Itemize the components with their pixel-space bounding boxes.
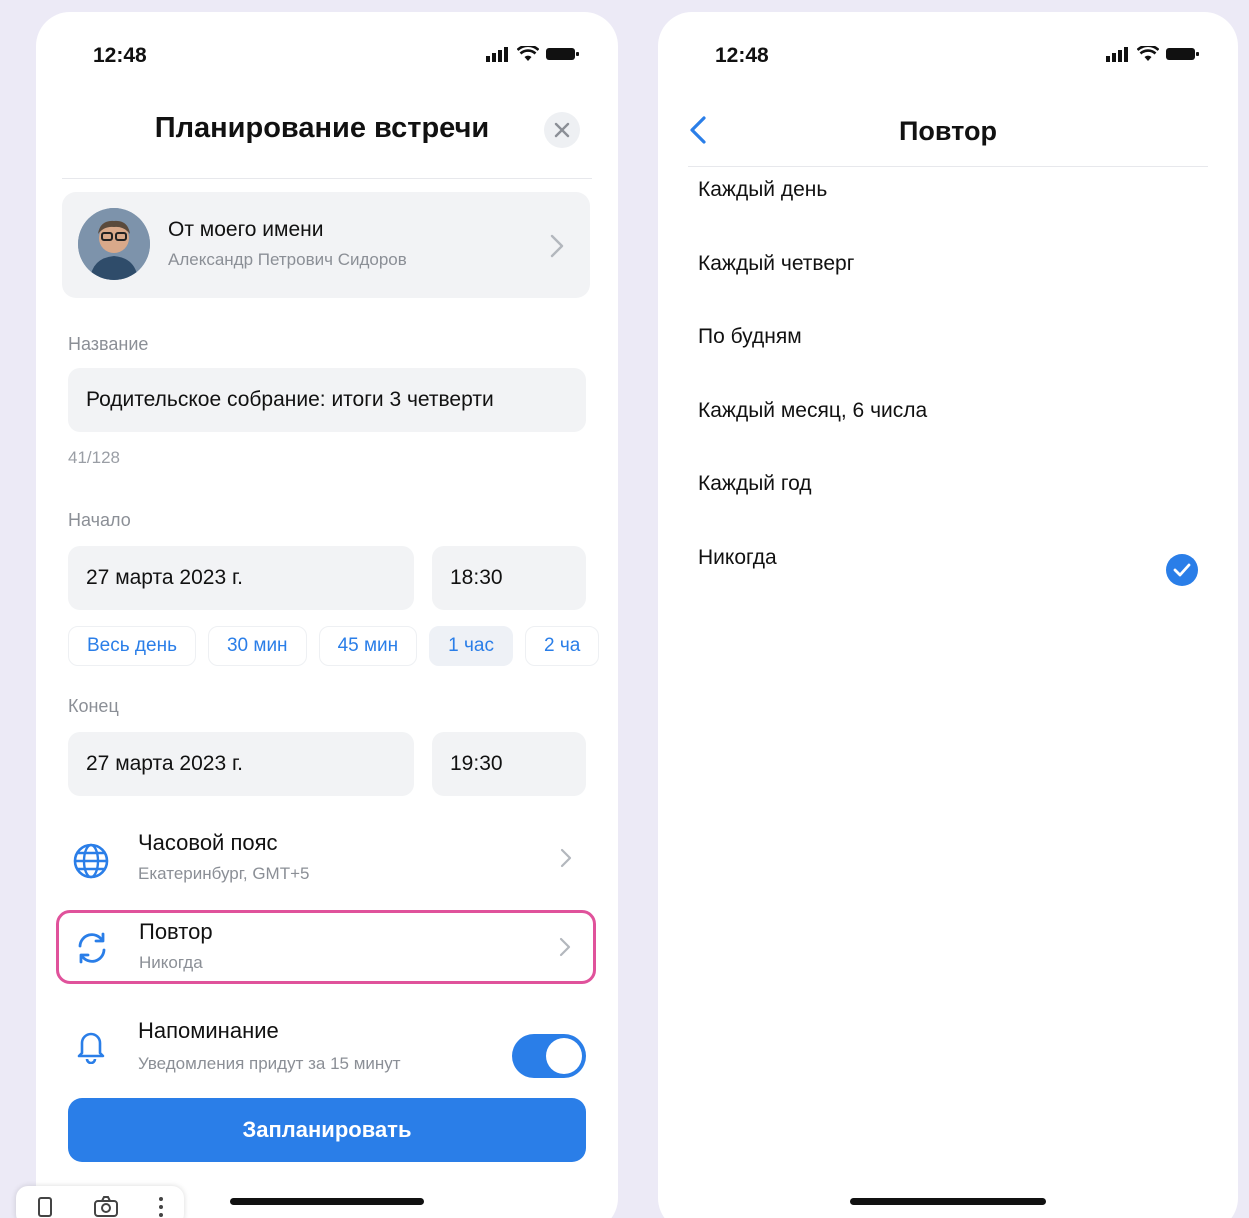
start-date-input[interactable]: 27 марта 2023 г. — [68, 546, 414, 610]
more-icon[interactable] — [158, 1195, 164, 1217]
repeat-value: Никогда — [139, 953, 203, 972]
chevron-right-icon — [560, 848, 572, 868]
repeat-icon — [78, 932, 106, 964]
camera-icon[interactable] — [93, 1195, 119, 1217]
end-time-value: 19:30 — [450, 752, 503, 775]
status-icons — [1106, 46, 1200, 62]
wifi-icon — [1137, 46, 1159, 61]
signal-icon — [1106, 47, 1128, 62]
start-label: Начало — [68, 510, 131, 530]
repeat-title: Повтор — [139, 919, 213, 944]
toggle-knob — [546, 1038, 582, 1074]
modal-title: Планирование встречи — [154, 112, 490, 144]
author-card[interactable]: От моего имени Александр Петрович Сидоро… — [62, 192, 590, 298]
option-every-day[interactable]: Каждый день — [698, 178, 1198, 202]
close-button[interactable] — [544, 112, 580, 148]
end-time-input[interactable]: 19:30 — [432, 732, 586, 796]
status-bar: 12:48 — [36, 42, 618, 72]
meeting-planning-screen: 12:48 Планирование встречи От моего имен… — [36, 12, 618, 1218]
name-input-value: Родительское собрание: итоги 3 четверти — [86, 388, 494, 411]
end-date-input[interactable]: 27 марта 2023 г. — [68, 732, 414, 796]
chevron-right-icon — [550, 234, 564, 258]
name-label: Название — [68, 334, 149, 354]
option-monthly[interactable]: Каждый месяц, 6 числа — [698, 399, 1198, 423]
home-indicator — [230, 1198, 424, 1205]
status-time: 12:48 — [715, 44, 769, 67]
home-indicator — [850, 1198, 1046, 1205]
option-yearly[interactable]: Каждый год — [698, 472, 1198, 496]
end-label: Конец — [68, 696, 119, 716]
header-divider — [688, 166, 1208, 167]
bookmark-icon[interactable] — [36, 1195, 54, 1217]
globe-icon — [73, 843, 109, 879]
timezone-row[interactable]: Часовой пояс Екатеринбург, GMT+5 — [56, 822, 596, 896]
chip-45-min[interactable]: 45 мин — [318, 626, 418, 666]
start-time-value: 18:30 — [450, 566, 503, 589]
reminder-value: Уведомления придут за 15 минут — [138, 1054, 401, 1073]
wifi-icon — [517, 46, 539, 61]
close-icon — [554, 122, 570, 138]
schedule-button[interactable]: Запланировать — [68, 1098, 586, 1162]
signal-icon — [486, 47, 508, 62]
repeat-row[interactable]: Повтор Никогда — [56, 910, 596, 984]
chip-1-hour[interactable]: 1 час — [429, 626, 513, 666]
start-date-value: 27 марта 2023 г. — [86, 566, 243, 589]
status-icons — [486, 46, 580, 62]
name-input[interactable]: Родительское собрание: итоги 3 четверти — [68, 368, 586, 432]
battery-icon — [1166, 48, 1199, 60]
status-time: 12:48 — [93, 44, 147, 67]
chip-30-min[interactable]: 30 мин — [207, 626, 307, 666]
option-never[interactable]: Никогда — [698, 546, 1198, 570]
reminder-toggle[interactable] — [512, 1034, 586, 1078]
chevron-right-icon — [559, 937, 571, 957]
battery-icon — [546, 48, 579, 60]
bottom-toolbar — [16, 1186, 184, 1218]
chip-2-hours[interactable]: 2 ча — [524, 626, 600, 666]
timezone-title: Часовой пояс — [138, 830, 278, 855]
bell-icon — [77, 1032, 105, 1064]
end-date-value: 27 марта 2023 г. — [86, 752, 243, 775]
option-every-thursday[interactable]: Каждый четверг — [698, 252, 1198, 276]
chip-all-day[interactable]: Весь день — [68, 626, 196, 666]
status-bar: 12:48 — [658, 42, 1238, 72]
start-time-input[interactable]: 18:30 — [432, 546, 586, 610]
option-weekdays[interactable]: По будням — [698, 325, 1198, 349]
checkmark-icon — [1166, 554, 1198, 586]
avatar — [78, 208, 150, 280]
repeat-screen: 12:48 Повтор Каждый день Каждый четверг … — [658, 12, 1238, 1218]
header-divider — [62, 178, 592, 179]
author-title: От моего имени — [168, 218, 324, 241]
author-name: Александр Петрович Сидоров — [168, 250, 407, 269]
screen-title: Повтор — [899, 116, 997, 146]
reminder-title: Напоминание — [138, 1018, 279, 1043]
timezone-value: Екатеринбург, GMT+5 — [138, 864, 310, 883]
char-counter: 41/128 — [68, 448, 120, 467]
duration-chips: Весь день 30 мин 45 мин 1 час 2 ча — [68, 626, 600, 666]
